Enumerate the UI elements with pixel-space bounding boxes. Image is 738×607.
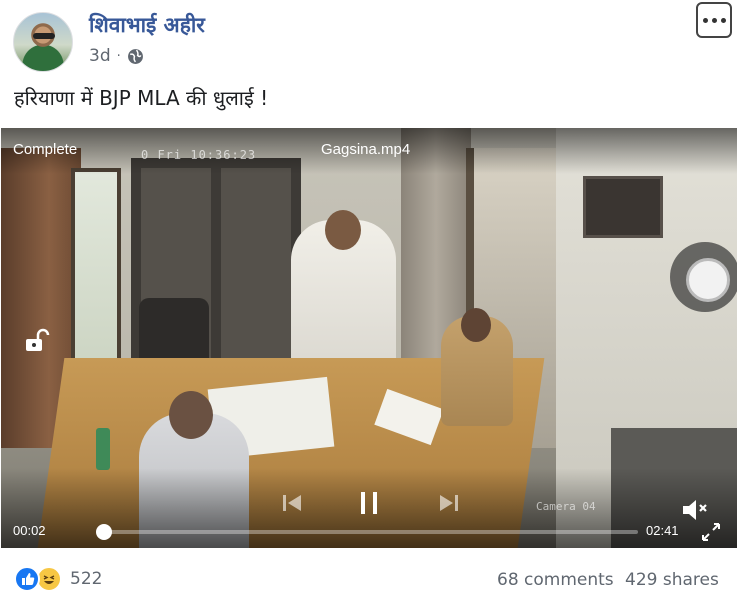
more-horizontal-icon xyxy=(702,17,708,23)
camera-label: Camera 04 xyxy=(536,500,596,513)
comments-count[interactable]: 68 comments xyxy=(497,570,614,590)
previous-icon[interactable] xyxy=(281,492,303,514)
author-avatar[interactable] xyxy=(13,12,73,72)
post-time[interactable]: 3d xyxy=(89,46,111,66)
reaction-count[interactable]: 522 xyxy=(70,569,102,589)
post-meta: 3d · xyxy=(89,46,144,66)
video-player[interactable]: Complete 0 Fri 10:36:23 Gagsina.mp4 Came… xyxy=(1,128,737,548)
video-status: Complete xyxy=(13,141,78,158)
video-duration: 02:41 xyxy=(646,523,679,538)
meta-separator: · xyxy=(116,48,121,64)
globe-icon xyxy=(127,48,143,64)
video-filename: Gagsina.mp4 xyxy=(321,141,411,158)
like-icon xyxy=(14,566,40,592)
shares-count[interactable]: 429 shares xyxy=(625,570,719,590)
author-name[interactable]: शिवाभाई अहीर xyxy=(89,11,205,39)
next-icon[interactable] xyxy=(438,492,460,514)
current-time: 00:02 xyxy=(13,523,46,538)
reactions-summary[interactable]: 522 xyxy=(14,566,102,592)
pause-icon[interactable] xyxy=(357,490,381,516)
post-text: हरियाणा में BJP MLA की धुलाई ! xyxy=(14,86,269,110)
cctv-timestamp: 0 Fri 10:36:23 xyxy=(141,148,257,162)
record-button[interactable] xyxy=(670,242,737,312)
volume-icon[interactable] xyxy=(681,496,709,524)
progress-bar[interactable] xyxy=(96,524,638,540)
lock-open-icon[interactable] xyxy=(22,328,50,352)
more-options-button[interactable] xyxy=(696,2,732,38)
fullscreen-icon[interactable] xyxy=(700,521,722,543)
